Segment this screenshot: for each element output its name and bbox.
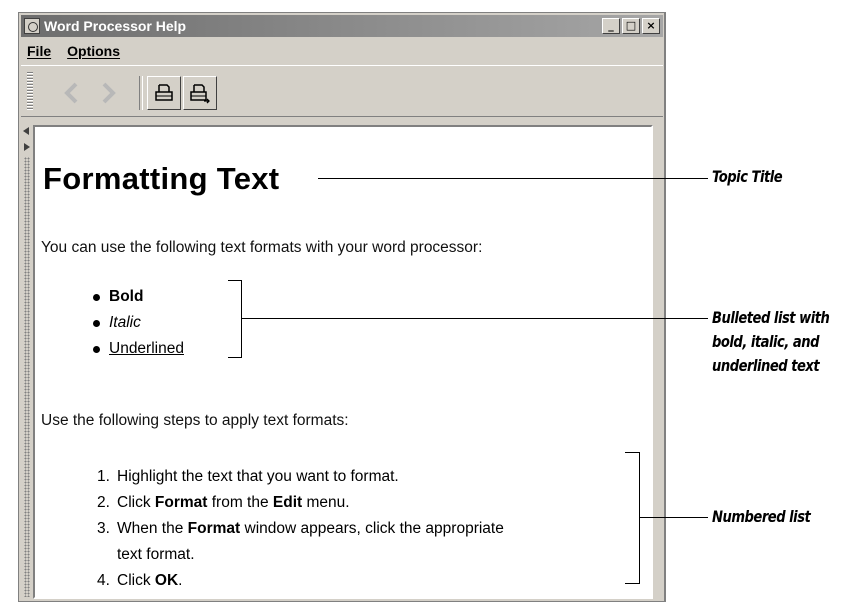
toolbar-separator	[139, 76, 143, 110]
callout-bulleted-line-1: Bulleted list with	[712, 308, 830, 327]
chevron-right-icon	[102, 82, 116, 104]
menu-bar: File Options	[21, 39, 663, 63]
expand-left-icon[interactable]	[23, 127, 29, 135]
step-text: When the	[117, 520, 188, 537]
step-4: 4. Click OK.	[97, 568, 504, 594]
step-bold: Edit	[272, 494, 303, 511]
step-text: .	[178, 572, 183, 589]
print-button[interactable]	[147, 76, 181, 110]
step-text: Click	[117, 572, 155, 589]
window-title: Word Processor Help	[44, 18, 187, 34]
underlined-text: Underlined	[109, 340, 184, 357]
numbered-list-bracket	[625, 452, 640, 584]
step-number: 3.	[97, 520, 110, 537]
step-bold: OK	[154, 572, 179, 589]
callout-bulleted-line-2: bold, italic, and	[712, 332, 820, 351]
step-number: 1.	[97, 468, 110, 485]
step-text: menu.	[302, 494, 350, 511]
menu-options[interactable]: Options	[67, 43, 120, 59]
intro-paragraph: You can use the following text formats w…	[41, 239, 483, 256]
list-item-italic: Italic	[91, 310, 184, 336]
close-button[interactable]: ×	[642, 18, 660, 34]
step-bold: Format	[154, 494, 208, 511]
back-button[interactable]	[55, 76, 89, 110]
print-setup-button[interactable]	[183, 76, 217, 110]
topic-title-leader	[318, 178, 708, 179]
step-number: 4.	[97, 572, 110, 589]
step-1: 1. Highlight the text that you want to fo…	[97, 464, 504, 490]
numbered-list-leader	[639, 517, 708, 518]
list-item-underlined: Underlined	[91, 336, 184, 362]
expand-right-icon[interactable]	[24, 143, 30, 151]
title-bar[interactable]: Word Processor Help _ □ ×	[21, 15, 663, 37]
steps-intro: Use the following steps to apply text fo…	[41, 412, 349, 429]
menu-file[interactable]: File	[27, 43, 51, 59]
bulleted-list-bracket	[228, 280, 242, 358]
help-content-pane: Formatting Text You can use the followin…	[33, 125, 653, 599]
toolbar-grip[interactable]	[27, 72, 33, 110]
step-bold: Format	[187, 520, 241, 537]
maximize-button[interactable]: □	[622, 18, 640, 34]
callout-topic-title: Topic Title	[712, 167, 783, 186]
print-setup-icon	[190, 84, 210, 104]
step-3: 3. When the Format window appears, click …	[97, 516, 504, 568]
step-2: 2. Click Format from the Edit menu.	[97, 490, 504, 516]
forward-button[interactable]	[91, 76, 125, 110]
toolbar	[21, 65, 663, 117]
numbered-list: 1. Highlight the text that you want to fo…	[97, 464, 504, 594]
topic-title: Formatting Text	[43, 161, 280, 196]
help-window: Word Processor Help _ □ × File Options F…	[18, 12, 666, 602]
minimize-button[interactable]: _	[602, 18, 620, 34]
callout-bulleted-line-3: underlined text	[712, 356, 820, 375]
window-right-edge	[664, 12, 666, 602]
list-item-bold: Bold	[91, 284, 184, 310]
window-controls: _ □ ×	[602, 18, 660, 34]
chevron-left-icon	[64, 82, 78, 104]
step-text: Highlight the text that you want to form…	[117, 468, 399, 485]
step-text-continued: text format.	[117, 546, 195, 563]
step-text: window appears, click the appropriate	[240, 520, 504, 537]
divider-grip[interactable]	[24, 157, 30, 597]
step-text: Click	[117, 494, 155, 511]
split-pane-divider[interactable]	[21, 125, 33, 599]
print-icon	[155, 84, 173, 101]
step-number: 2.	[97, 494, 110, 511]
callout-numbered-list: Numbered list	[712, 507, 811, 526]
step-text: from the	[207, 494, 273, 511]
bulleted-list-leader	[241, 318, 708, 319]
bulleted-list: Bold Italic Underlined	[91, 284, 184, 362]
app-icon[interactable]	[24, 18, 40, 34]
